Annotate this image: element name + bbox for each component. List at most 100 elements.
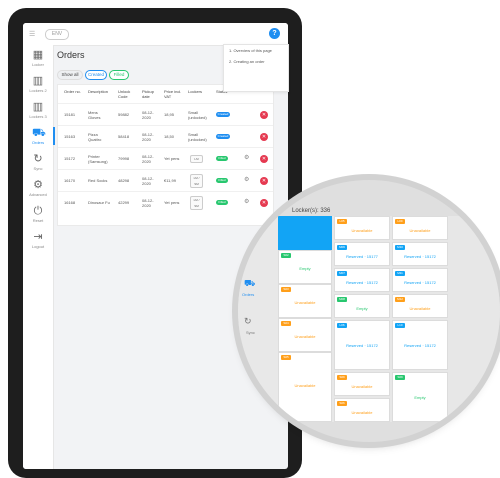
locker-icon: ▥: [32, 101, 44, 113]
locker-tag: M06: [337, 245, 347, 250]
locker-status: Unavailable: [409, 306, 431, 311]
status-badge: Created: [216, 134, 230, 139]
locker-status: Unavailable: [351, 410, 373, 415]
gear-icon: ⚙: [33, 179, 43, 191]
filter-show-all-button[interactable]: Show all: [57, 70, 83, 80]
popover-item[interactable]: 1. Overview of this page: [224, 45, 288, 56]
order-number: 15172: [64, 156, 76, 161]
order-description: Mens Gloves: [88, 110, 101, 120]
table-row[interactable]: 15163 Pizza Quattro 58418 08-12-2020 18,…: [58, 125, 273, 148]
locker-tile[interactable]: M12 Unavailable: [392, 294, 448, 318]
locker-status: Unavailable: [409, 228, 431, 233]
menu-icon[interactable]: ☰: [29, 30, 36, 38]
filter-created-button[interactable]: Created: [85, 70, 107, 80]
pickup-date: 08-12-2020: [142, 154, 154, 164]
locker-status: Reserved · 15177: [346, 254, 378, 259]
locker-tile[interactable]: S09 Unavailable: [334, 372, 390, 396]
sidebar-item-label: Orders: [31, 140, 45, 145]
order-number: 16170: [64, 178, 76, 183]
locker-tile[interactable]: S05 Unavailable: [278, 352, 332, 422]
locker-grid: S02 Empty S03 Unavailable S04 Unavailabl…: [278, 216, 500, 422]
locker-status: Unavailable: [294, 300, 316, 305]
locker-tag: S06: [337, 401, 347, 406]
sidebar-item-label: Locker: [31, 62, 44, 67]
delete-icon[interactable]: ✕: [260, 111, 268, 119]
locker-tile[interactable]: M08 Empty: [334, 294, 390, 318]
locker-tile[interactable]: L09 Unavailable: [392, 216, 448, 240]
locker-tile[interactable]: L10 Reserved · 15172: [392, 320, 448, 370]
order-description: Pizza Quattro: [88, 132, 102, 142]
order-description: Printer (Samsung): [88, 154, 108, 164]
logout-icon: ⇥: [33, 231, 43, 243]
order-description: Dinosaur Fu: [88, 200, 110, 205]
locker-status: Reserved · 15172: [404, 280, 436, 285]
locker-tag: M10: [395, 245, 405, 250]
sidebar-item-sync[interactable]: ↻ Sync: [23, 153, 53, 171]
filter-filled-button[interactable]: Filled: [109, 70, 129, 80]
gear-icon[interactable]: ⚙: [244, 154, 249, 161]
locker-tile[interactable]: S04 Unavailable: [278, 318, 332, 352]
column-header: Pickup date: [142, 89, 155, 99]
sidebar-item-reset[interactable]: ⏻ Reset: [23, 205, 53, 223]
locker-tag: L05: [337, 219, 347, 224]
locker-tag: S05: [281, 355, 291, 360]
locker-tag: S09: [395, 375, 405, 380]
locker-tile[interactable]: S06 Unavailable: [334, 398, 390, 422]
sidebar-item-logout[interactable]: ⇥ Logout: [23, 231, 53, 249]
environment-pill[interactable]: ENV: [45, 29, 69, 40]
unlock-code: 79998: [118, 156, 130, 161]
locker-tile[interactable]: S09 Empty: [392, 372, 448, 422]
locker-tile[interactable]: S02 Empty: [278, 250, 332, 284]
sidebar-item-label: Lockers 2: [29, 88, 47, 93]
lockers: LM / SM: [190, 196, 203, 210]
sidebar-item-locker[interactable]: ▦ Locker: [23, 49, 53, 67]
pickup-date: 08-12-2020: [142, 110, 154, 120]
locker-status: Reserved · 15172: [404, 343, 436, 348]
status-badge: Filled: [216, 178, 228, 183]
price: 18,50: [164, 134, 175, 139]
locker-status: Unavailable: [351, 228, 373, 233]
lockers: LM / SM: [190, 174, 203, 188]
delete-icon[interactable]: ✕: [260, 155, 268, 163]
sidebar-item-advanced[interactable]: ⚙ Advanced: [23, 179, 53, 197]
locker-tag: M11: [395, 271, 405, 276]
help-icon[interactable]: ?: [269, 28, 280, 39]
locker-tag: M07: [337, 271, 347, 276]
locker-status: Unavailable: [294, 383, 316, 388]
popover-item[interactable]: 2. Creating an order: [224, 56, 288, 67]
locker-tile[interactable]: L06 Reserved · 15172: [334, 320, 390, 370]
locker-tile[interactable]: M10 Reserved · 15172: [392, 242, 448, 266]
locker-tag: S02: [281, 253, 291, 258]
price: 18,95: [164, 112, 175, 117]
price: €11,99: [164, 178, 176, 183]
table-row[interactable]: 15181 Mens Gloves 59882 08-12-2020 18,95…: [58, 103, 273, 126]
locker-tile[interactable]: M11 Reserved · 15172: [392, 268, 448, 292]
lens-sidebar-label: Sync: [246, 330, 255, 335]
locker-tile[interactable]: L05 Unavailable: [334, 216, 390, 240]
locker-tile[interactable]: M07 Reserved · 15172: [334, 268, 390, 292]
pickup-date: 08-12-2020: [142, 176, 154, 186]
locker-tag: M12: [395, 297, 405, 302]
locker-status: Empty: [356, 306, 368, 311]
locker-tag: M08: [337, 297, 347, 302]
sidebar-item-label: Logout: [31, 244, 45, 249]
sidebar-item-label: Advanced: [29, 192, 47, 197]
lockers-count: Locker(s): 336: [292, 208, 331, 214]
help-popover: 1. Overview of this page 2. Creating an …: [223, 44, 289, 92]
delete-icon[interactable]: ✕: [260, 133, 268, 141]
order-number: 15181: [64, 112, 76, 117]
locker-tag: L10: [395, 323, 405, 328]
sidebar-item-lockers-3[interactable]: ▥ Lockers 3: [23, 101, 53, 119]
locker-tile[interactable]: M06 Reserved · 15177: [334, 242, 390, 266]
sidebar-item-lockers-2[interactable]: ▥ Lockers 2: [23, 75, 53, 93]
sidebar-item-orders[interactable]: ⛟ Orders: [23, 127, 55, 145]
status-badge: Created: [216, 112, 230, 117]
price: Yet pens: [164, 156, 180, 161]
locker-status: Unavailable: [351, 384, 373, 389]
magnifier-lens: ⛟ Orders ↻ Sync Locker(s): 336 S02 Empty…: [238, 180, 500, 442]
locker-tile[interactable]: S03 Unavailable: [278, 284, 332, 318]
table-row[interactable]: 15172 Printer (Samsung) 79998 08-12-2020…: [58, 147, 273, 170]
unlock-code: 59882: [118, 112, 130, 117]
unlock-code: 48298: [118, 178, 130, 183]
locker-tile-selected[interactable]: [278, 216, 332, 250]
